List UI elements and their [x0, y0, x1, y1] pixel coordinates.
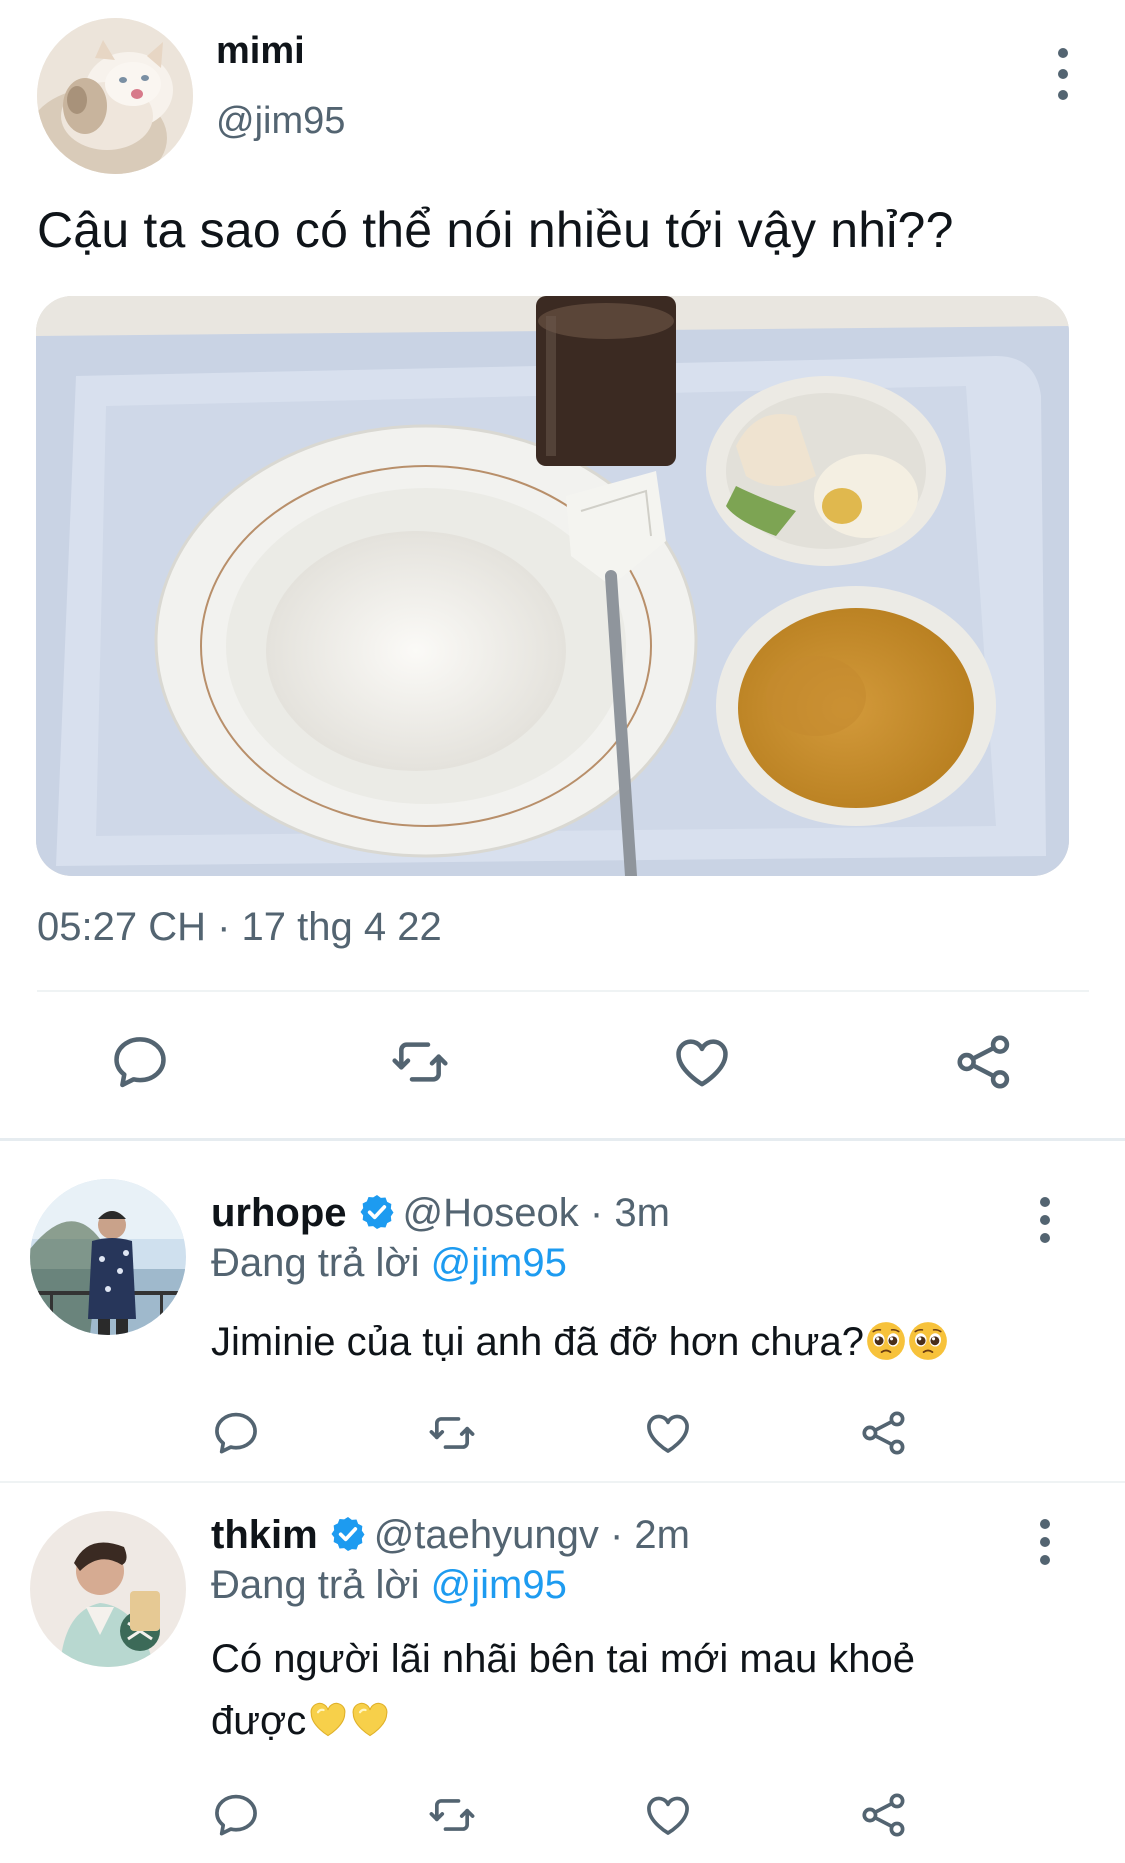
mention-link[interactable]: @jim95	[431, 1563, 567, 1607]
verified-badge-icon	[357, 1192, 397, 1232]
pleading-face-icon	[866, 1321, 906, 1361]
reply-tweet[interactable]: urhope @Hoseok · 3m Đang trả lời @jim95 J…	[0, 1141, 1125, 1481]
reply-text-line: được	[211, 1699, 307, 1743]
more-options-icon[interactable]	[1030, 1515, 1060, 1575]
avatar[interactable]	[30, 1511, 186, 1667]
cat-avatar[interactable]	[37, 18, 193, 174]
like-icon[interactable]	[670, 1030, 734, 1094]
reply-icon[interactable]	[210, 1789, 262, 1841]
handle-time[interactable]: @Hoseok · 3m	[403, 1191, 670, 1235]
reply-text-line: Có người lãi nhãi bên tai mới mau khoẻ	[211, 1637, 916, 1681]
mention-link[interactable]: @jim95	[431, 1241, 567, 1285]
more-options-icon[interactable]	[1048, 44, 1078, 104]
verified-badge-icon	[328, 1514, 368, 1554]
like-icon[interactable]	[642, 1407, 694, 1459]
display-name[interactable]: mimi	[216, 30, 305, 73]
reply-icon[interactable]	[108, 1030, 172, 1094]
share-icon[interactable]	[858, 1789, 910, 1841]
handle-time[interactable]: @taehyungv · 2m	[374, 1513, 690, 1557]
reply-text: Có người lãi nhãi bên tai mới mau khoẻ đ…	[211, 1628, 1031, 1752]
pleading-face-icon	[908, 1321, 948, 1361]
divider	[37, 990, 1089, 992]
yellow-heart-icon	[308, 1700, 348, 1740]
reply-text: Jiminie của tụi anh đã đỡ hơn chưa?	[211, 1311, 1031, 1373]
display-name[interactable]: urhope	[211, 1191, 347, 1235]
tweet-text: Cậu ta sao có thể nói nhiều tới vậy nhỉ?…	[37, 202, 954, 258]
share-icon[interactable]	[858, 1407, 910, 1459]
tweet-photo[interactable]	[36, 296, 1069, 876]
reply-icon[interactable]	[210, 1407, 262, 1459]
like-icon[interactable]	[642, 1789, 694, 1841]
reply-header: urhope @Hoseok · 3m	[211, 1191, 670, 1236]
avatar[interactable]	[30, 1179, 186, 1335]
main-tweet: mimi @jim95 Cậu ta sao có thể nói nhiều …	[0, 0, 1125, 1140]
replying-prefix: Đang trả lời	[211, 1241, 420, 1285]
timestamp: 05:27 CH · 17 thg 4 22	[37, 905, 442, 949]
retweet-icon[interactable]	[388, 1030, 452, 1094]
handle[interactable]: @jim95	[216, 100, 345, 143]
reply-tweet[interactable]: thkim @taehyungv · 2m Đang trả lời @jim95…	[0, 1483, 1125, 1863]
more-options-icon[interactable]	[1030, 1193, 1060, 1253]
share-icon[interactable]	[952, 1030, 1016, 1094]
reply-header: thkim @taehyungv · 2m	[211, 1513, 690, 1558]
reply-text-content: Jiminie của tụi anh đã đỡ hơn chưa?	[211, 1320, 864, 1364]
replying-to: Đang trả lời @jim95	[211, 1241, 567, 1286]
replying-prefix: Đang trả lời	[211, 1563, 420, 1607]
retweet-icon[interactable]	[426, 1407, 478, 1459]
display-name[interactable]: thkim	[211, 1513, 318, 1557]
yellow-heart-icon	[350, 1700, 390, 1740]
replying-to: Đang trả lời @jim95	[211, 1563, 567, 1608]
retweet-icon[interactable]	[426, 1789, 478, 1841]
